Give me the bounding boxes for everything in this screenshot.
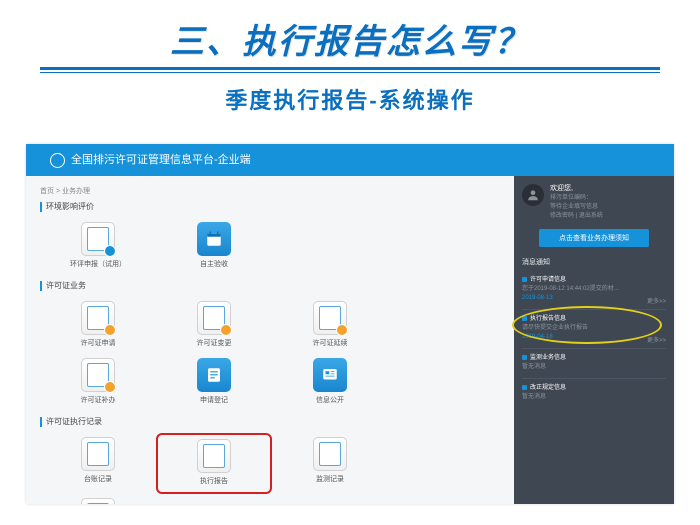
icon-permit-apply[interactable]: 许可证申请 bbox=[40, 297, 156, 354]
more-link[interactable]: 更多>> bbox=[647, 298, 666, 307]
icon-permit-reissue[interactable]: 许可证补办 bbox=[40, 354, 156, 411]
section-permit-title: 许可证业务 bbox=[40, 281, 500, 291]
welcome-text: 欢迎您, bbox=[550, 184, 666, 193]
notice-title: 监测业务信息 bbox=[530, 355, 566, 361]
notice-section-title: 消息通知 bbox=[522, 257, 666, 267]
news-icon bbox=[313, 358, 347, 392]
calendar-icon bbox=[197, 222, 231, 256]
icon-permit-renew[interactable]: 许可证延续 bbox=[272, 297, 388, 354]
notice-correction[interactable]: 改正规定信息 暂无消息 bbox=[522, 379, 666, 408]
avatar-icon bbox=[522, 184, 544, 206]
notice-date: 2019-08-13 bbox=[522, 294, 666, 303]
icon-self-acceptance[interactable]: 自主验收 bbox=[156, 218, 272, 275]
icon-label: 自主验收 bbox=[156, 259, 272, 269]
notice-body: 暂无消息 bbox=[522, 393, 666, 402]
bullet-icon bbox=[522, 355, 527, 360]
section-eia-title: 环境影响评价 bbox=[40, 202, 500, 212]
icon-exec-report[interactable]: 执行 执行报告 bbox=[156, 433, 272, 494]
icon-ledger[interactable]: 台账记录 bbox=[40, 433, 156, 494]
highlight-ellipse-icon bbox=[512, 306, 662, 344]
icon-apply-register[interactable]: 申请登记 bbox=[156, 354, 272, 411]
icon-permit-change[interactable]: 许可证变更 bbox=[156, 297, 272, 354]
icon-info-public[interactable]: 信息公开 bbox=[272, 354, 388, 411]
bullet-icon bbox=[522, 277, 527, 282]
slide-subtitle: 季度执行报告-系统操作 bbox=[0, 73, 700, 123]
exec-grid: 台账记录 执行 执行报告 监测记录 bbox=[40, 433, 500, 504]
account-links[interactable]: 修改密码 | 退出系统 bbox=[550, 212, 666, 221]
main-content: 首页 > 业务办理 环境影响评价 环评申报（试用） 自主验收 bbox=[26, 176, 514, 504]
section-exec-title: 许可证执行记录 bbox=[40, 417, 500, 427]
unit-code-label: 排污单位编码： bbox=[550, 194, 666, 203]
topbar-title: 全国排污许可证管理信息平台-企业端 bbox=[71, 144, 251, 176]
icon-label: 许可证变更 bbox=[156, 338, 272, 348]
report-icon-text: 执行 bbox=[207, 451, 221, 461]
breadcrumb[interactable]: 首页 > 业务办理 bbox=[40, 186, 500, 196]
notice-permit-apply[interactable]: 许可申请信息 您于2019-08-12 14:44:02提交的材... 2019… bbox=[522, 271, 666, 310]
icon-correction[interactable]: 改正规定 bbox=[40, 494, 156, 504]
sidebar: 欢迎您, 排污单位编码： 等待企业填写信息 修改密码 | 退出系统 点击查看业务… bbox=[514, 176, 674, 504]
notice-title: 改正规定信息 bbox=[530, 385, 566, 391]
more-link[interactable]: 更多>> bbox=[647, 337, 666, 346]
notice-body: 暂无消息 bbox=[522, 363, 666, 372]
eia-grid: 环评申报（试用） 自主验收 bbox=[40, 218, 500, 275]
notice-monitor[interactable]: 监测业务信息 暂无消息 bbox=[522, 349, 666, 379]
slide-title: 三、执行报告怎么写？ bbox=[0, 0, 700, 67]
certificate-icon bbox=[81, 301, 115, 335]
line-chart-icon bbox=[313, 437, 347, 471]
app-screenshot: 全国排污许可证管理信息平台-企业端 首页 > 业务办理 环境影响评价 环评申报（… bbox=[26, 144, 674, 504]
icon-label: 监测记录 bbox=[272, 474, 388, 484]
report-icon: 执行 bbox=[197, 439, 231, 473]
certificate-icon bbox=[313, 301, 347, 335]
document-icon bbox=[81, 222, 115, 256]
bar-chart-icon bbox=[81, 437, 115, 471]
logo-seal-icon bbox=[50, 153, 65, 168]
status-text: 等待企业填写信息 bbox=[550, 203, 666, 212]
icon-label: 许可证补办 bbox=[40, 395, 156, 405]
certificate-icon bbox=[81, 358, 115, 392]
form-icon bbox=[197, 358, 231, 392]
icon-label: 许可证延续 bbox=[272, 338, 388, 348]
permit-grid: 许可证申请 许可证变更 许可证延续 许可证补办 bbox=[40, 297, 500, 411]
app-topbar: 全国排污许可证管理信息平台-企业端 bbox=[26, 144, 674, 176]
icon-label: 申请登记 bbox=[156, 395, 272, 405]
bullet-icon bbox=[522, 385, 527, 390]
notice-title: 许可申请信息 bbox=[530, 277, 566, 283]
icon-label: 许可证申请 bbox=[40, 338, 156, 348]
notice-exec-report[interactable]: 执行报告信息 请尽快提交企业执行报告 2019-04-18 更多>> bbox=[522, 310, 666, 349]
guide-button[interactable]: 点击查看业务办理须知 bbox=[539, 229, 649, 247]
document-check-icon bbox=[81, 498, 115, 504]
icon-label: 信息公开 bbox=[272, 395, 388, 405]
icon-label: 环评申报（试用） bbox=[40, 259, 156, 269]
user-panel: 欢迎您, 排污单位编码： 等待企业填写信息 修改密码 | 退出系统 bbox=[522, 184, 666, 221]
icon-label: 执行报告 bbox=[158, 476, 270, 486]
icon-label: 台账记录 bbox=[40, 474, 156, 484]
icon-eia-apply[interactable]: 环评申报（试用） bbox=[40, 218, 156, 275]
notice-body: 您于2019-08-12 14:44:02提交的材... bbox=[522, 285, 666, 294]
icon-monitor-record[interactable]: 监测记录 bbox=[272, 433, 388, 494]
certificate-icon bbox=[197, 301, 231, 335]
